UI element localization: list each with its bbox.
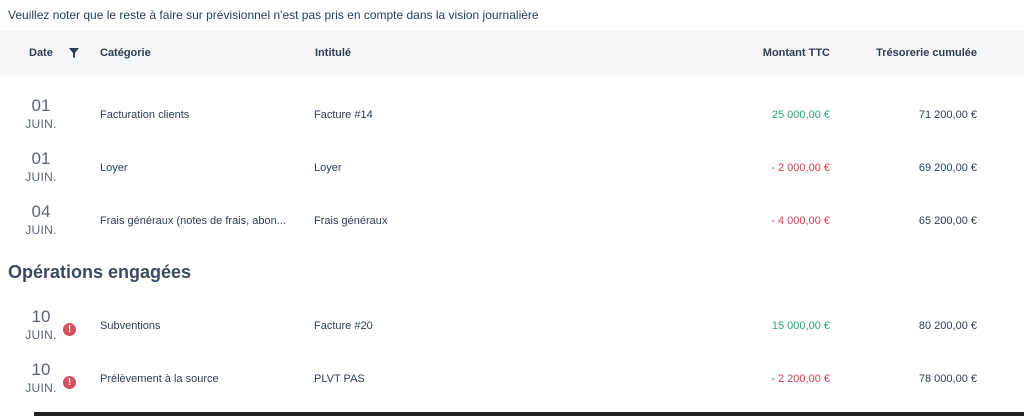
row-intitule: PLVT PAS [314, 373, 365, 385]
row-date: 10 JUIN. [18, 307, 64, 343]
row-intitule: Frais généraux [314, 215, 388, 227]
column-header-date[interactable]: Date [29, 30, 53, 76]
row-intitule: Loyer [314, 162, 342, 174]
section-title-engaged: Opérations engagées [8, 262, 192, 282]
table-row[interactable]: 10 JUIN. ! Prélèvement à la source PLVT … [0, 360, 1024, 413]
row-categorie: Facturation clients [100, 109, 190, 121]
row-categorie: Loyer [100, 162, 128, 174]
row-montant: - 4 000,00 € [771, 215, 830, 227]
row-intitule: Facture #20 [314, 320, 373, 332]
row-montant: 15 000,00 € [771, 320, 830, 332]
table-row[interactable]: 04 JUIN. Frais généraux (notes de frais,… [0, 202, 1024, 255]
row-day: 04 [31, 202, 51, 221]
row-date: 10 JUIN. [18, 360, 64, 396]
row-month: JUIN. [25, 328, 57, 342]
row-categorie: Subventions [100, 320, 161, 332]
column-header-categorie[interactable]: Catégorie [100, 30, 151, 76]
row-month: JUIN. [25, 117, 57, 131]
table-header: Date Catégorie Intitulé Montant TTC Trés… [0, 30, 1024, 76]
table-row[interactable]: 01 JUIN. Loyer Loyer - 2 000,00 € 69 200… [0, 149, 1024, 202]
scrollbar[interactable] [34, 412, 1024, 416]
row-categorie: Prélèvement à la source [100, 373, 219, 385]
table-row[interactable]: 01 JUIN. Facturation clients Facture #14… [0, 96, 1024, 149]
alert-icon[interactable]: ! [63, 376, 76, 389]
row-month: JUIN. [25, 381, 57, 395]
row-day: 01 [31, 96, 51, 115]
row-categorie: Frais généraux (notes de frais, abon... [100, 215, 286, 227]
notice-text: Veuillez noter que le reste à faire sur … [8, 8, 539, 22]
column-header-tresorerie[interactable]: Trésorerie cumulée [876, 30, 977, 76]
row-date: 01 JUIN. [18, 96, 64, 132]
row-tresorerie: 78 000,00 € [918, 373, 977, 385]
row-tresorerie: 71 200,00 € [918, 109, 977, 121]
alert-icon[interactable]: ! [63, 323, 76, 336]
row-day: 01 [31, 149, 51, 168]
column-header-intitule[interactable]: Intitulé [315, 30, 351, 76]
row-tresorerie: 80 200,00 € [918, 320, 977, 332]
row-tresorerie: 69 200,00 € [918, 162, 977, 174]
row-month: JUIN. [25, 170, 57, 184]
row-date: 04 JUIN. [18, 202, 64, 238]
row-day: 10 [31, 360, 51, 379]
filter-icon[interactable] [68, 47, 80, 59]
row-montant: - 2 200,00 € [771, 373, 830, 385]
row-montant: 25 000,00 € [771, 109, 830, 121]
column-header-montant[interactable]: Montant TTC [763, 30, 830, 76]
row-tresorerie: 65 200,00 € [918, 215, 977, 227]
row-month: JUIN. [25, 223, 57, 237]
row-date: 01 JUIN. [18, 149, 64, 185]
row-montant: - 2 000,00 € [771, 162, 830, 174]
row-intitule: Facture #14 [314, 109, 373, 121]
table-row[interactable]: 10 JUIN. ! Subventions Facture #20 15 00… [0, 307, 1024, 360]
row-day: 10 [31, 307, 51, 326]
